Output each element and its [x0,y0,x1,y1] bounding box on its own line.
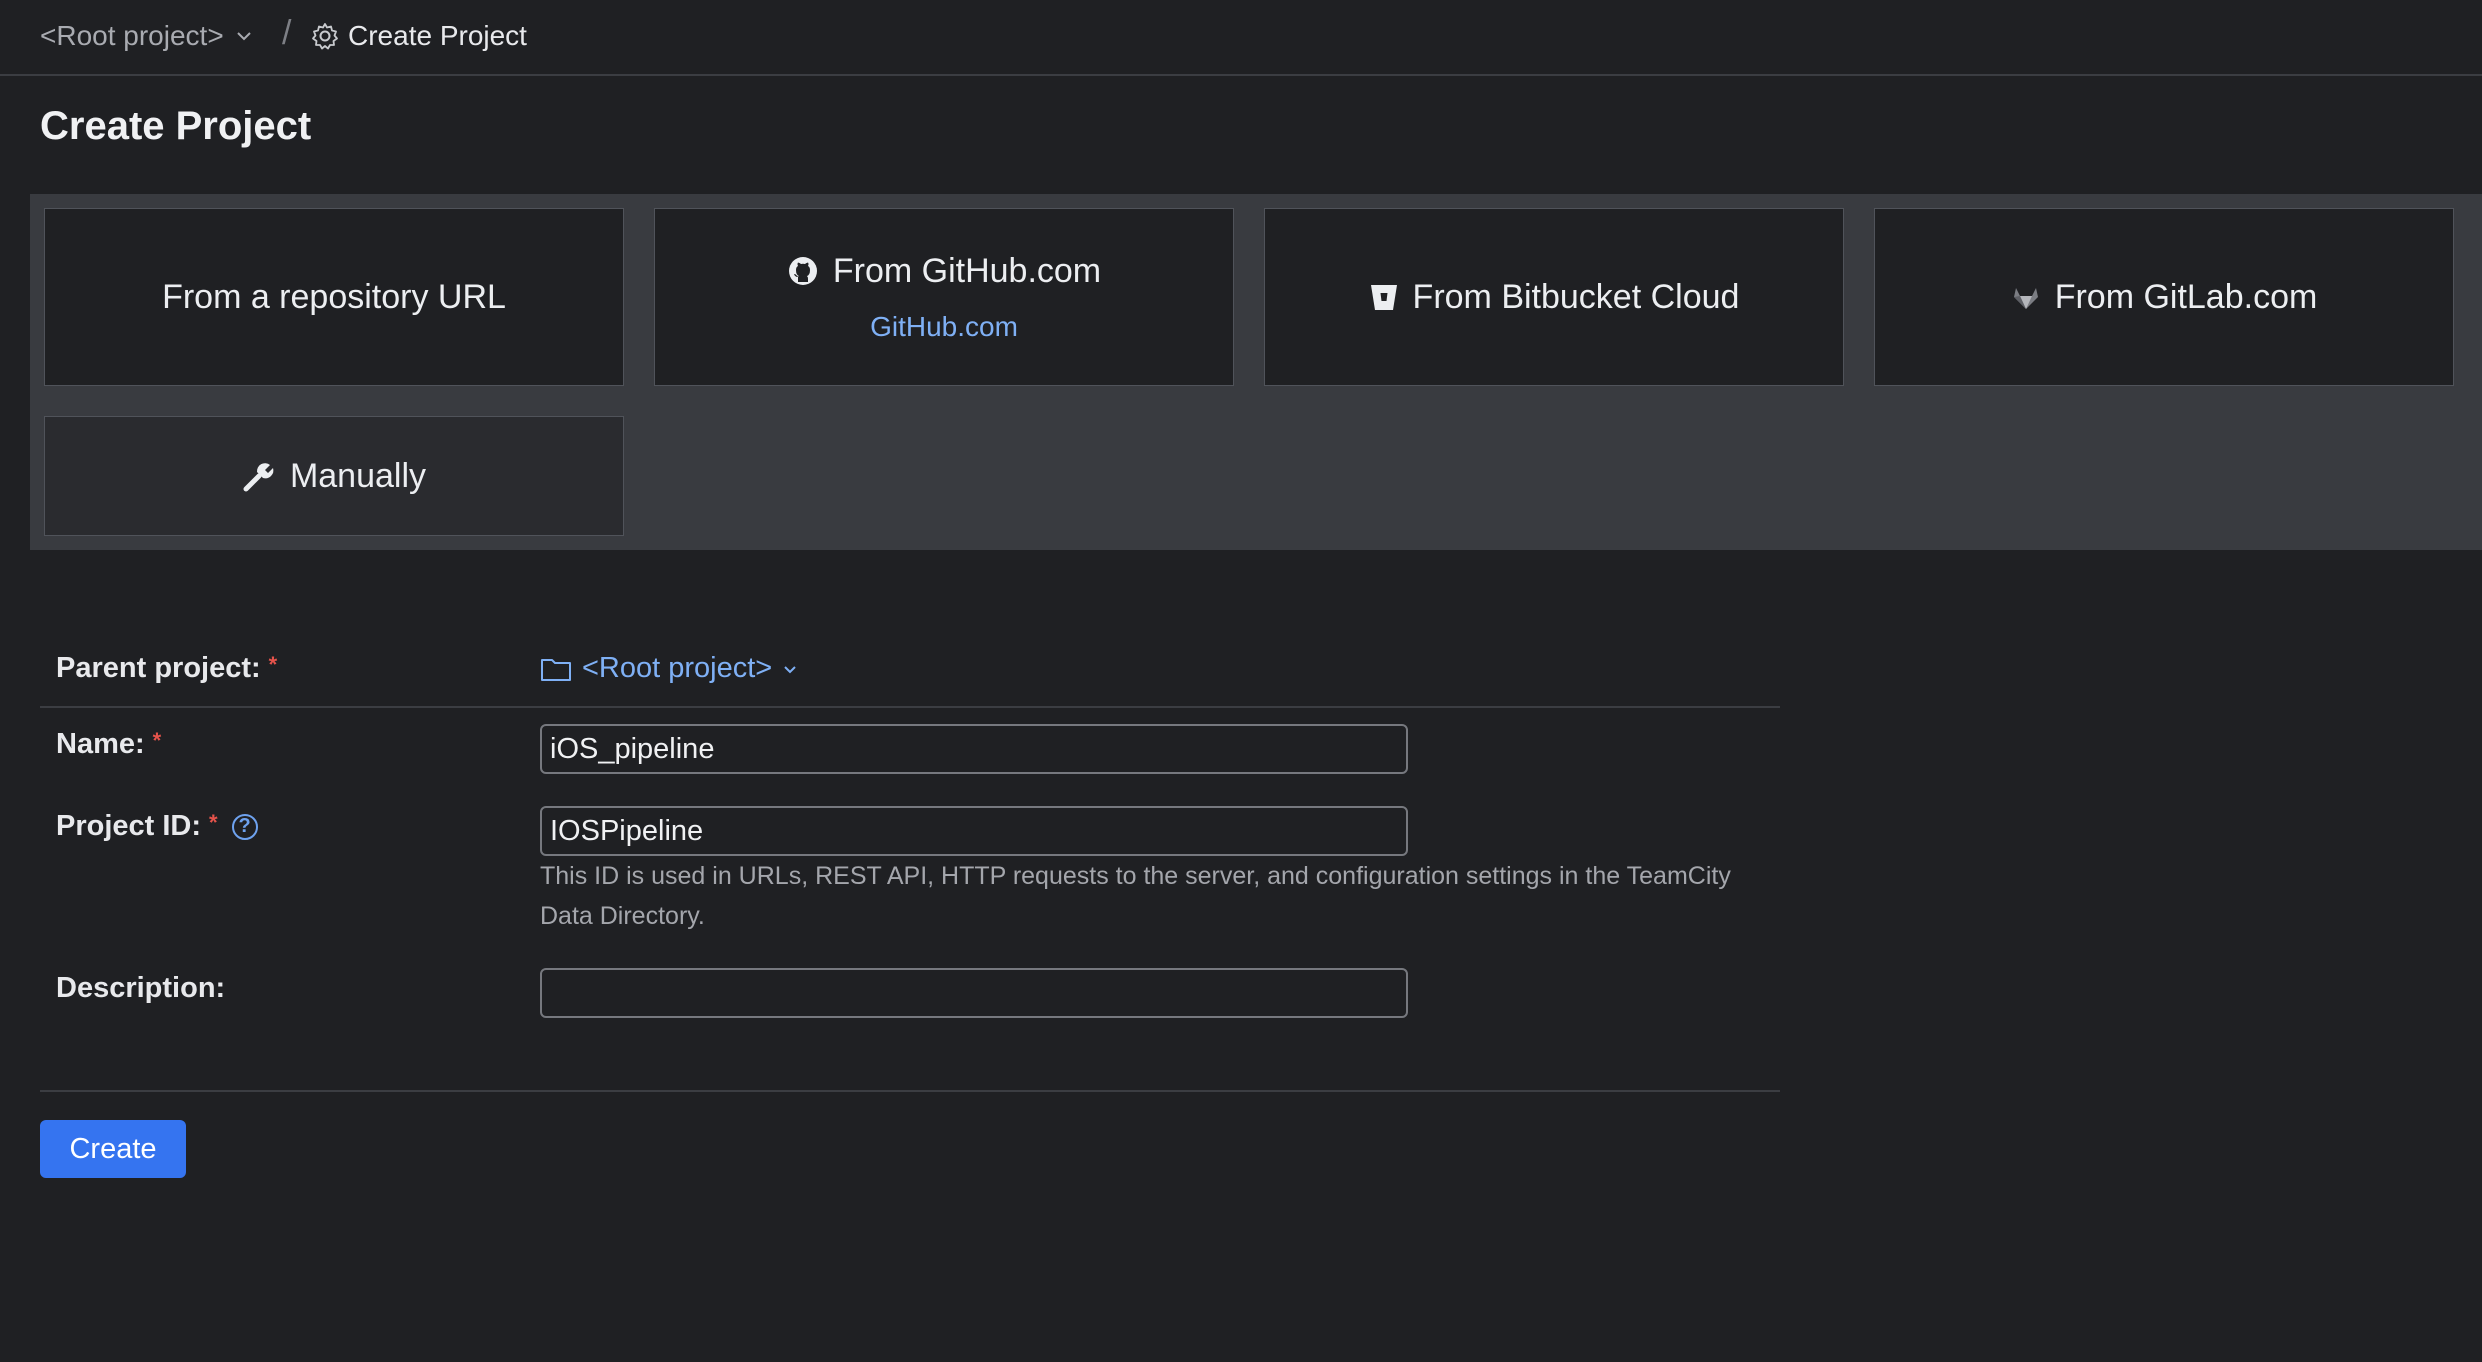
form-divider [40,706,1780,708]
form-footer-divider [40,1090,1780,1092]
parent-project-label: Parent project: * [56,652,277,685]
import-options-panel: From a repository URL From GitHub.com Gi… [30,194,2482,550]
description-input[interactable] [540,968,1408,1018]
from-bitbucket-option[interactable]: From Bitbucket Cloud [1264,208,1844,386]
manually-option[interactable]: Manually [44,416,624,536]
from-url-label: From a repository URL [162,277,506,316]
from-repository-url-option[interactable]: From a repository URL [44,208,624,386]
parent-project-label-text: Parent project: [56,652,261,684]
chevron-down-icon [236,32,251,41]
gitlab-icon [2013,288,2038,309]
parent-project-value: <Root project> [582,652,773,684]
breadcrumb-root-label: <Root project> [40,20,224,51]
create-button[interactable]: Create [40,1120,186,1178]
required-marker: * [152,727,162,753]
github-label: From GitHub.com [832,251,1102,290]
bitbucket-icon [1370,285,1397,310]
project-id-input[interactable] [540,806,1408,856]
manually-label: Manually [289,456,427,495]
chevron-down-icon [784,665,796,673]
project-id-label-text: Project ID: [56,810,202,842]
from-github-option[interactable]: From GitHub.com GitHub.com [654,208,1234,386]
parent-project-selector[interactable]: <Root project> [540,652,798,685]
description-label-text: Description: [56,972,226,1004]
folder-icon [541,658,571,681]
breadcrumb-root-project[interactable]: <Root project> [40,18,254,54]
github-sublabel: GitHub.com [870,310,1018,342]
project-id-label: Project ID: * ? [56,810,258,843]
help-icon[interactable]: ? [231,813,258,840]
project-id-hint: This ID is used in URLs, REST API, HTTP … [540,862,1731,930]
bitbucket-label: From Bitbucket Cloud [1412,277,1740,316]
name-label: Name: * [56,728,161,761]
name-label-text: Name: [56,728,145,760]
gear-icon [312,23,338,50]
from-gitlab-option[interactable]: From GitLab.com [1874,208,2454,386]
gitlab-label: From GitLab.com [2054,277,2318,316]
breadcrumb-current-label: Create Project [348,20,527,51]
name-input[interactable] [540,724,1408,774]
required-marker: * [268,651,278,677]
create-project-page: <Root project> / Create Project Create P… [0,0,2482,1362]
page-title: Create Project [40,104,312,148]
description-label: Description: [56,972,225,1005]
github-icon [788,257,817,285]
breadcrumb-separator: / [282,14,292,52]
breadcrumb-current: Create Project [310,18,527,54]
breadcrumb: <Root project> / Create Project [0,0,2482,76]
wrench-icon [243,463,274,492]
required-marker: * [209,809,218,835]
